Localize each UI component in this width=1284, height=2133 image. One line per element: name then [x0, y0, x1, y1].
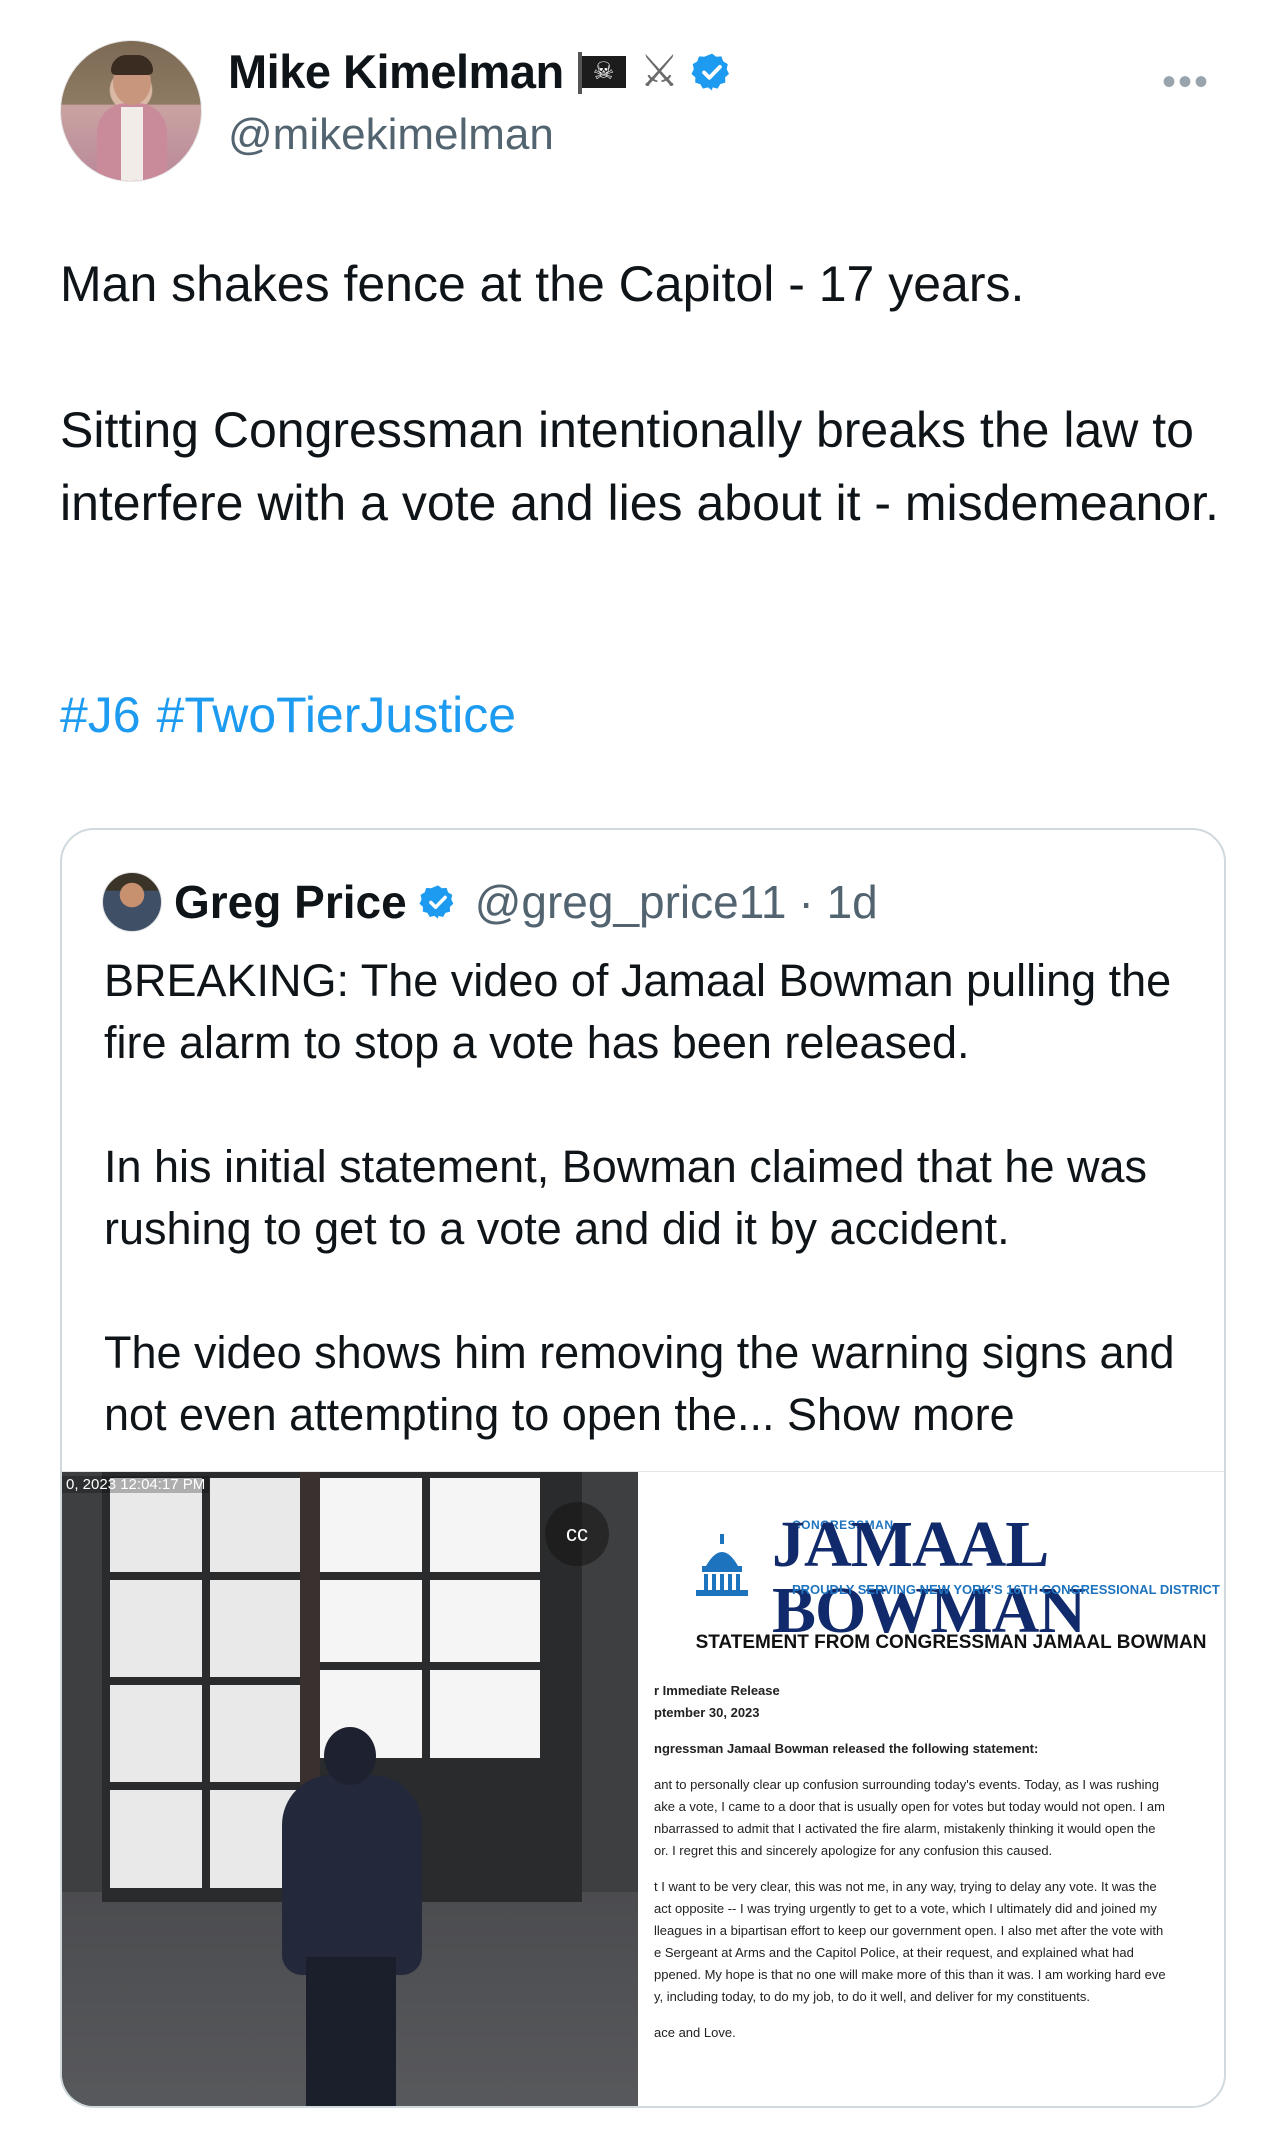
- statement-intro: ngressman Jamaal Bowman released the fol…: [654, 1741, 1039, 1756]
- show-more-link[interactable]: Show more: [787, 1389, 1015, 1440]
- tweet-line-1: Man shakes fence at the Capitol - 17 yea…: [60, 256, 1025, 312]
- tweet-line-2: Sitting Congressman intentionally breaks…: [60, 402, 1219, 531]
- statement-line: lleagues in a bipartisan effort to keep …: [654, 1923, 1164, 1938]
- statement-header-name: JAMAAL BOWMAN: [772, 1508, 1086, 1647]
- person-figure: [272, 1727, 432, 2106]
- pirate-flag-icon: ☠: [576, 51, 628, 94]
- quoted-author-avatar[interactable]: [102, 872, 162, 932]
- press-statement-image[interactable]: CONGRESSMAN JAMAAL BOWMAN PROUDLY SERVIN…: [642, 1472, 1224, 2106]
- statement-header-sub: PROUDLY SERVING NEW YORK'S 16TH CONGRESS…: [792, 1582, 1220, 1597]
- statement-line: ant to personally clear up confusion sur…: [654, 1777, 1159, 1792]
- author-handle[interactable]: @mikekimelman: [228, 110, 554, 160]
- capitol-dome-icon: [696, 1534, 748, 1596]
- statement-line: ake a vote, I came to a door that is usu…: [654, 1799, 1165, 1814]
- video-timestamp: 0, 2023 12:04:17 PM: [62, 1476, 210, 1493]
- statement-line: t I want to be very clear, this was not …: [654, 1879, 1157, 1894]
- quoted-para-2: In his initial statement, Bowman claimed…: [104, 1141, 1147, 1254]
- author-avatar[interactable]: [60, 40, 202, 182]
- quoted-tweet-header: Greg Price @greg_price11 · 1d: [102, 872, 878, 932]
- quoted-tweet[interactable]: Greg Price @greg_price11 · 1d BREAKING: …: [60, 828, 1226, 2108]
- tweet-body: Man shakes fence at the Capitol - 17 yea…: [60, 248, 1220, 540]
- more-options-icon[interactable]: •••: [1162, 62, 1210, 102]
- quoted-para-1: BREAKING: The video of Jamaal Bowman pul…: [104, 955, 1172, 1068]
- quoted-author-handle[interactable]: @greg_price11: [475, 875, 787, 929]
- quoted-media: 0, 2023 12:04:17 PM cc CONGRESSMAN JAMAA…: [62, 1471, 1224, 2106]
- quoted-para-3: The video shows him removing the warning…: [104, 1322, 1194, 1446]
- statement-title: STATEMENT FROM CONGRESSMAN JAMAAL BOWMAN: [695, 1632, 1207, 1653]
- verified-badge-icon: [691, 53, 730, 90]
- statement-closing: ace and Love.: [654, 2025, 736, 2040]
- statement-line: ppened. My hope is that no one will make…: [654, 1967, 1166, 1982]
- statement-date: ptember 30, 2023: [654, 1705, 760, 1720]
- quoted-author-name[interactable]: Greg Price: [174, 875, 407, 929]
- tweet-header: Mike Kimelman ☠ ⚔ @mikekimelman •••: [60, 40, 1230, 182]
- hashtag-twotierjustice[interactable]: #TwoTierJustice: [157, 687, 516, 743]
- author-display-name[interactable]: Mike Kimelman: [228, 44, 564, 99]
- crossed-swords-icon: ⚔: [639, 46, 680, 96]
- author-name-row: Mike Kimelman ☠ ⚔: [228, 44, 733, 99]
- statement-line: y, including today, to do my job, to do …: [654, 1989, 1090, 2004]
- quoted-tweet-time: · 1d: [798, 876, 878, 928]
- statement-line: nbarrassed to admit that I activated the…: [654, 1821, 1156, 1836]
- quoted-tweet-body: BREAKING: The video of Jamaal Bowman pul…: [104, 950, 1194, 1446]
- hashtag-row: #J6 #TwoTierJustice: [60, 686, 532, 744]
- captions-icon[interactable]: cc: [545, 1502, 609, 1566]
- hashtag-j6[interactable]: #J6: [60, 687, 141, 743]
- statement-release-line: r Immediate Release: [654, 1683, 780, 1698]
- statement-line: or. I regret this and sincerely apologiz…: [654, 1843, 1053, 1858]
- statement-line: act opposite -- I was trying urgently to…: [654, 1901, 1157, 1916]
- statement-line: e Sergeant at Arms and the Capitol Polic…: [654, 1945, 1134, 1960]
- video-thumbnail[interactable]: 0, 2023 12:04:17 PM cc: [62, 1472, 638, 2106]
- statement-body: r Immediate Release ptember 30, 2023 ngr…: [654, 1680, 1224, 2044]
- verified-badge-icon: [419, 885, 454, 919]
